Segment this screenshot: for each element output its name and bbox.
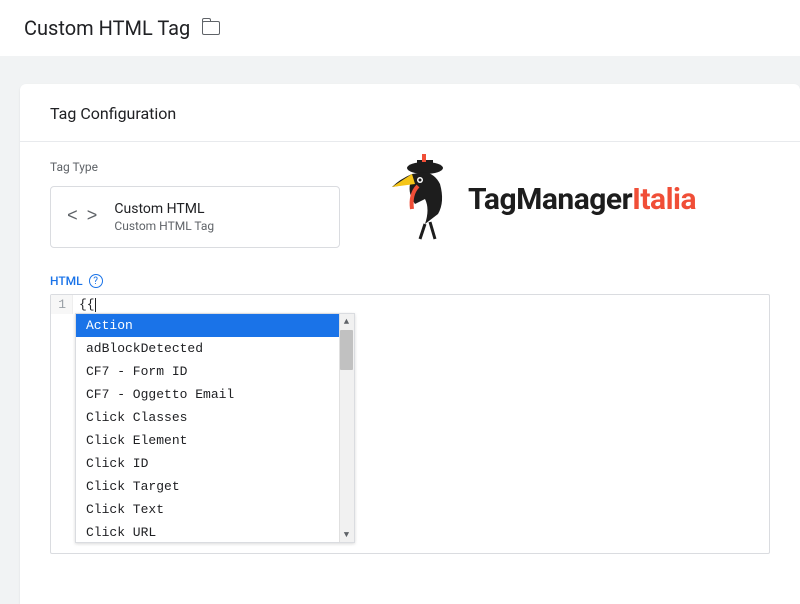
tag-config-panel: Tag Configuration Tag Type < > Custom HT… [20,84,800,604]
autocomplete-item[interactable]: Click Target [76,475,354,498]
folder-icon[interactable] [202,21,220,35]
autocomplete-item[interactable]: Action [76,314,354,337]
autocomplete-item[interactable]: adBlockDetected [76,337,354,360]
autocomplete-item[interactable]: Click URL [76,521,354,543]
tagtype-name: Custom HTML [114,201,214,217]
autocomplete-item[interactable]: CF7 - Oggetto Email [76,383,354,406]
logo-text-2: Italia [632,182,696,217]
scroll-up-arrow[interactable]: ▲ [339,314,354,329]
line-number: 1 [51,295,73,314]
autocomplete-popup: ActionadBlockDetectedCF7 - Form IDCF7 - … [75,313,355,543]
autocomplete-item[interactable]: Click Element [76,429,354,452]
autocomplete-item[interactable]: CF7 - Form ID [76,360,354,383]
tagtype-sub: Custom HTML Tag [114,219,214,233]
autocomplete-item[interactable]: Click ID [76,452,354,475]
autocomplete-item[interactable]: Click Classes [76,406,354,429]
logo-text-1: TagManager [468,182,632,217]
tagmanageritalia-logo: TagManagerItalia [390,154,696,244]
scroll-down-arrow[interactable]: ▼ [339,527,354,542]
scrollbar-track[interactable]: ▲ ▼ [339,314,354,542]
page-title: Custom HTML Tag [24,16,190,40]
help-icon[interactable]: ? [89,274,103,288]
tagtype-card[interactable]: < > Custom HTML Custom HTML Tag [50,186,340,248]
autocomplete-item[interactable]: Click Text [76,498,354,521]
code-icon: < > [67,207,96,227]
panel-title: Tag Configuration [20,84,800,141]
page-header: Custom HTML Tag [0,0,800,56]
html-editor-label: HTML [50,274,83,288]
scrollbar-thumb[interactable] [340,330,353,370]
html-editor[interactable]: 1 {{ ActionadBlockDetectedCF7 - Form IDC… [50,294,770,554]
code-line[interactable]: {{ [73,295,769,314]
woodpecker-icon [390,154,460,244]
